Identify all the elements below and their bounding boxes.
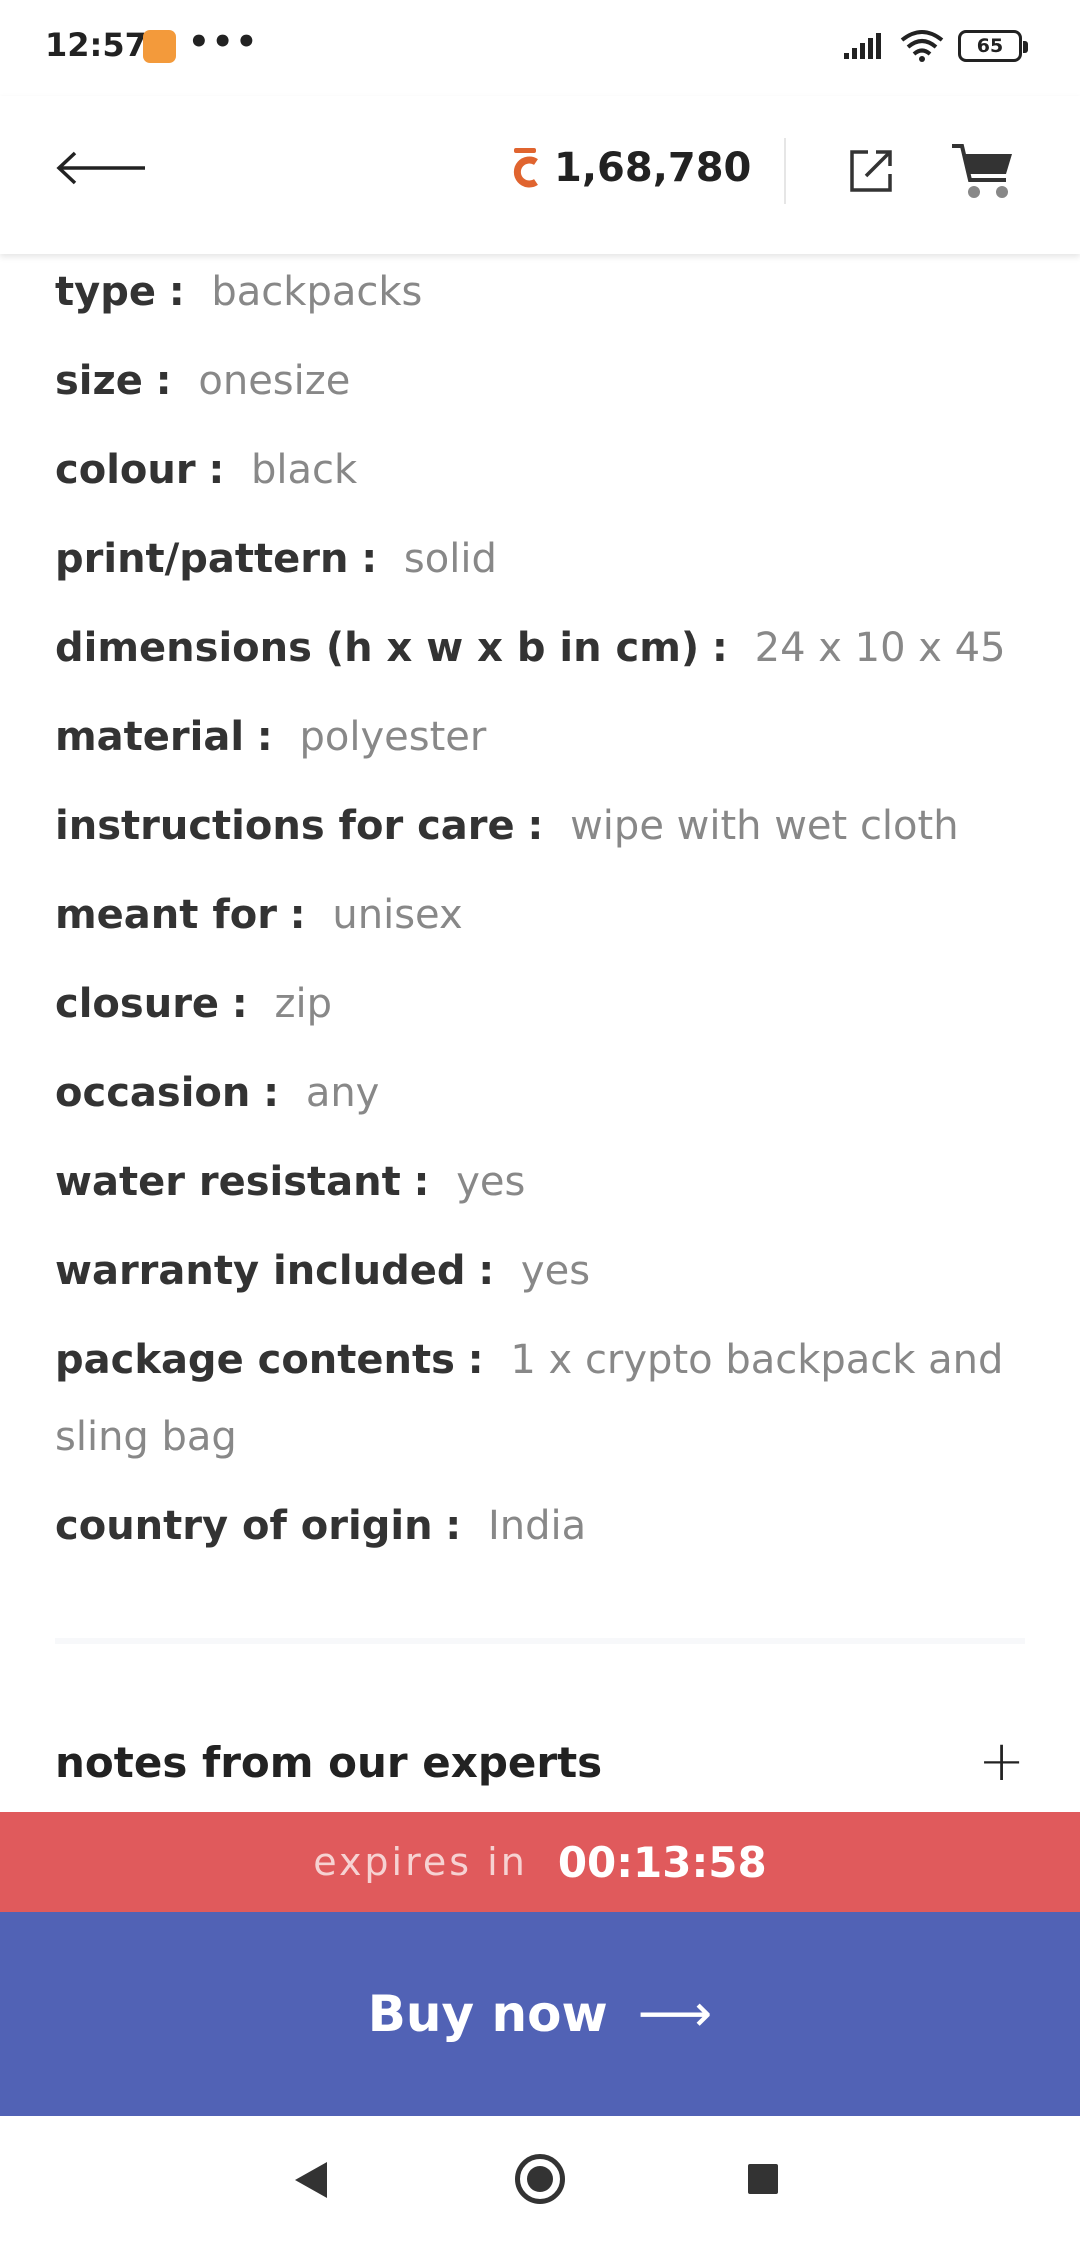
detail-row-meant-for: meant for : unisex (55, 877, 1035, 966)
detail-value: onesize (198, 358, 351, 404)
arrow-right-icon: ⟶ (637, 1984, 713, 2044)
header-divider (784, 138, 786, 204)
detail-separator: : (467, 1337, 484, 1383)
coin-balance[interactable]: 1,68,780 (510, 140, 751, 196)
detail-row-colour: colour : black (55, 432, 1035, 521)
detail-row-package-contents: package contents : 1 x crypto backpack a… (55, 1322, 1035, 1476)
detail-label: dimensions (h x w x b in cm) (55, 625, 700, 671)
detail-separator: : (256, 714, 273, 760)
status-icons: 65 (842, 26, 1028, 66)
detail-label: instructions for care (55, 803, 515, 849)
detail-row-occasion: occasion : any (55, 1055, 1035, 1144)
status-time: 12:57 (45, 26, 147, 64)
detail-value: any (305, 1070, 380, 1116)
detail-value: backpacks (211, 269, 423, 315)
signal-icon (844, 33, 881, 59)
detail-separator: : (155, 358, 172, 404)
cart-icon (952, 144, 1012, 198)
detail-value: yes (456, 1159, 526, 1205)
detail-separator: : (361, 536, 378, 582)
detail-label: print/pattern (55, 536, 349, 582)
detail-label: water resistant (55, 1159, 401, 1205)
detail-separator: : (263, 1070, 280, 1116)
battery-icon: 65 (958, 30, 1028, 62)
detail-label: meant for (55, 892, 277, 938)
share-icon (850, 150, 892, 192)
cart-button[interactable] (950, 140, 1016, 202)
detail-label: size (55, 358, 143, 404)
expiry-timer: 00:13:58 (557, 1837, 767, 1887)
detail-value: black (251, 447, 358, 493)
expand-plus-icon[interactable]: + (978, 1734, 1025, 1790)
expiry-label: expires in (313, 1840, 528, 1884)
detail-row-material: material : polyester (55, 699, 1035, 788)
experts-notes-title: notes from our experts (55, 1737, 603, 1787)
detail-row-type: type : backpacks (55, 254, 1035, 343)
detail-label: warranty included (55, 1248, 466, 1294)
detail-label: material (55, 714, 245, 760)
detail-separator: : (711, 625, 728, 671)
detail-value: wipe with wet cloth (570, 803, 959, 849)
detail-value: 24 x 10 x 45 (754, 625, 1006, 671)
system-nav-bar (0, 2116, 1080, 2246)
battery-level: 65 (976, 35, 1004, 57)
wifi-icon (900, 30, 944, 62)
expiry-banner: expires in 00:13:58 (0, 1812, 1080, 1912)
app-header: 1,68,780 (0, 96, 1080, 254)
detail-value: solid (403, 536, 497, 582)
coin-icon (513, 148, 538, 188)
coin-balance-amount: 1,68,780 (554, 145, 752, 191)
app-notification-icon (143, 30, 176, 63)
detail-separator: : (168, 269, 185, 315)
share-button[interactable] (846, 146, 896, 196)
detail-label: type (55, 269, 156, 315)
detail-label: package contents (55, 1337, 455, 1383)
nav-back-icon[interactable] (295, 2162, 327, 2198)
detail-row-water-resistant: water resistant : yes (55, 1144, 1035, 1233)
detail-separator: : (478, 1248, 495, 1294)
detail-separator: : (289, 892, 306, 938)
status-bar: 12:57 ••• 65 (0, 0, 1080, 96)
detail-label: colour (55, 447, 196, 493)
detail-separator: : (208, 447, 225, 493)
nav-recents-icon[interactable] (748, 2164, 778, 2194)
detail-label: closure (55, 981, 220, 1027)
buy-now-label: Buy now (367, 1985, 608, 2043)
experts-notes-toggle[interactable]: notes from our experts + (55, 1730, 1025, 1794)
detail-value: India (487, 1503, 587, 1549)
detail-value: yes (520, 1248, 591, 1294)
section-divider (55, 1638, 1025, 1644)
detail-row-country-of-origin: country of origin : India (55, 1488, 1035, 1577)
detail-row-care-instructions: instructions for care : wipe with wet cl… (55, 788, 1035, 877)
detail-row-dimensions: dimensions (h x w x b in cm) : 24 x 10 x… (55, 610, 1035, 699)
detail-separator: : (231, 981, 248, 1027)
buy-now-button[interactable]: Buy now ⟶ (0, 1912, 1080, 2116)
detail-value: unisex (332, 892, 463, 938)
detail-separator: : (445, 1503, 462, 1549)
detail-separator: : (527, 803, 544, 849)
detail-label: country of origin (55, 1503, 433, 1549)
detail-label: occasion (55, 1070, 251, 1116)
more-notifications-icon: ••• (188, 22, 260, 62)
product-details: type : backpacks size : onesize colour :… (55, 254, 1035, 1577)
detail-row-size: size : onesize (55, 343, 1035, 432)
detail-row-print-pattern: print/pattern : solid (55, 521, 1035, 610)
detail-value: polyester (299, 714, 487, 760)
detail-value: zip (274, 981, 332, 1027)
back-button[interactable] (55, 144, 147, 192)
detail-separator: : (413, 1159, 430, 1205)
detail-row-closure: closure : zip (55, 966, 1035, 1055)
detail-row-warranty: warranty included : yes (55, 1233, 1035, 1322)
nav-home-icon[interactable] (515, 2154, 565, 2204)
back-arrow-icon (56, 151, 145, 185)
